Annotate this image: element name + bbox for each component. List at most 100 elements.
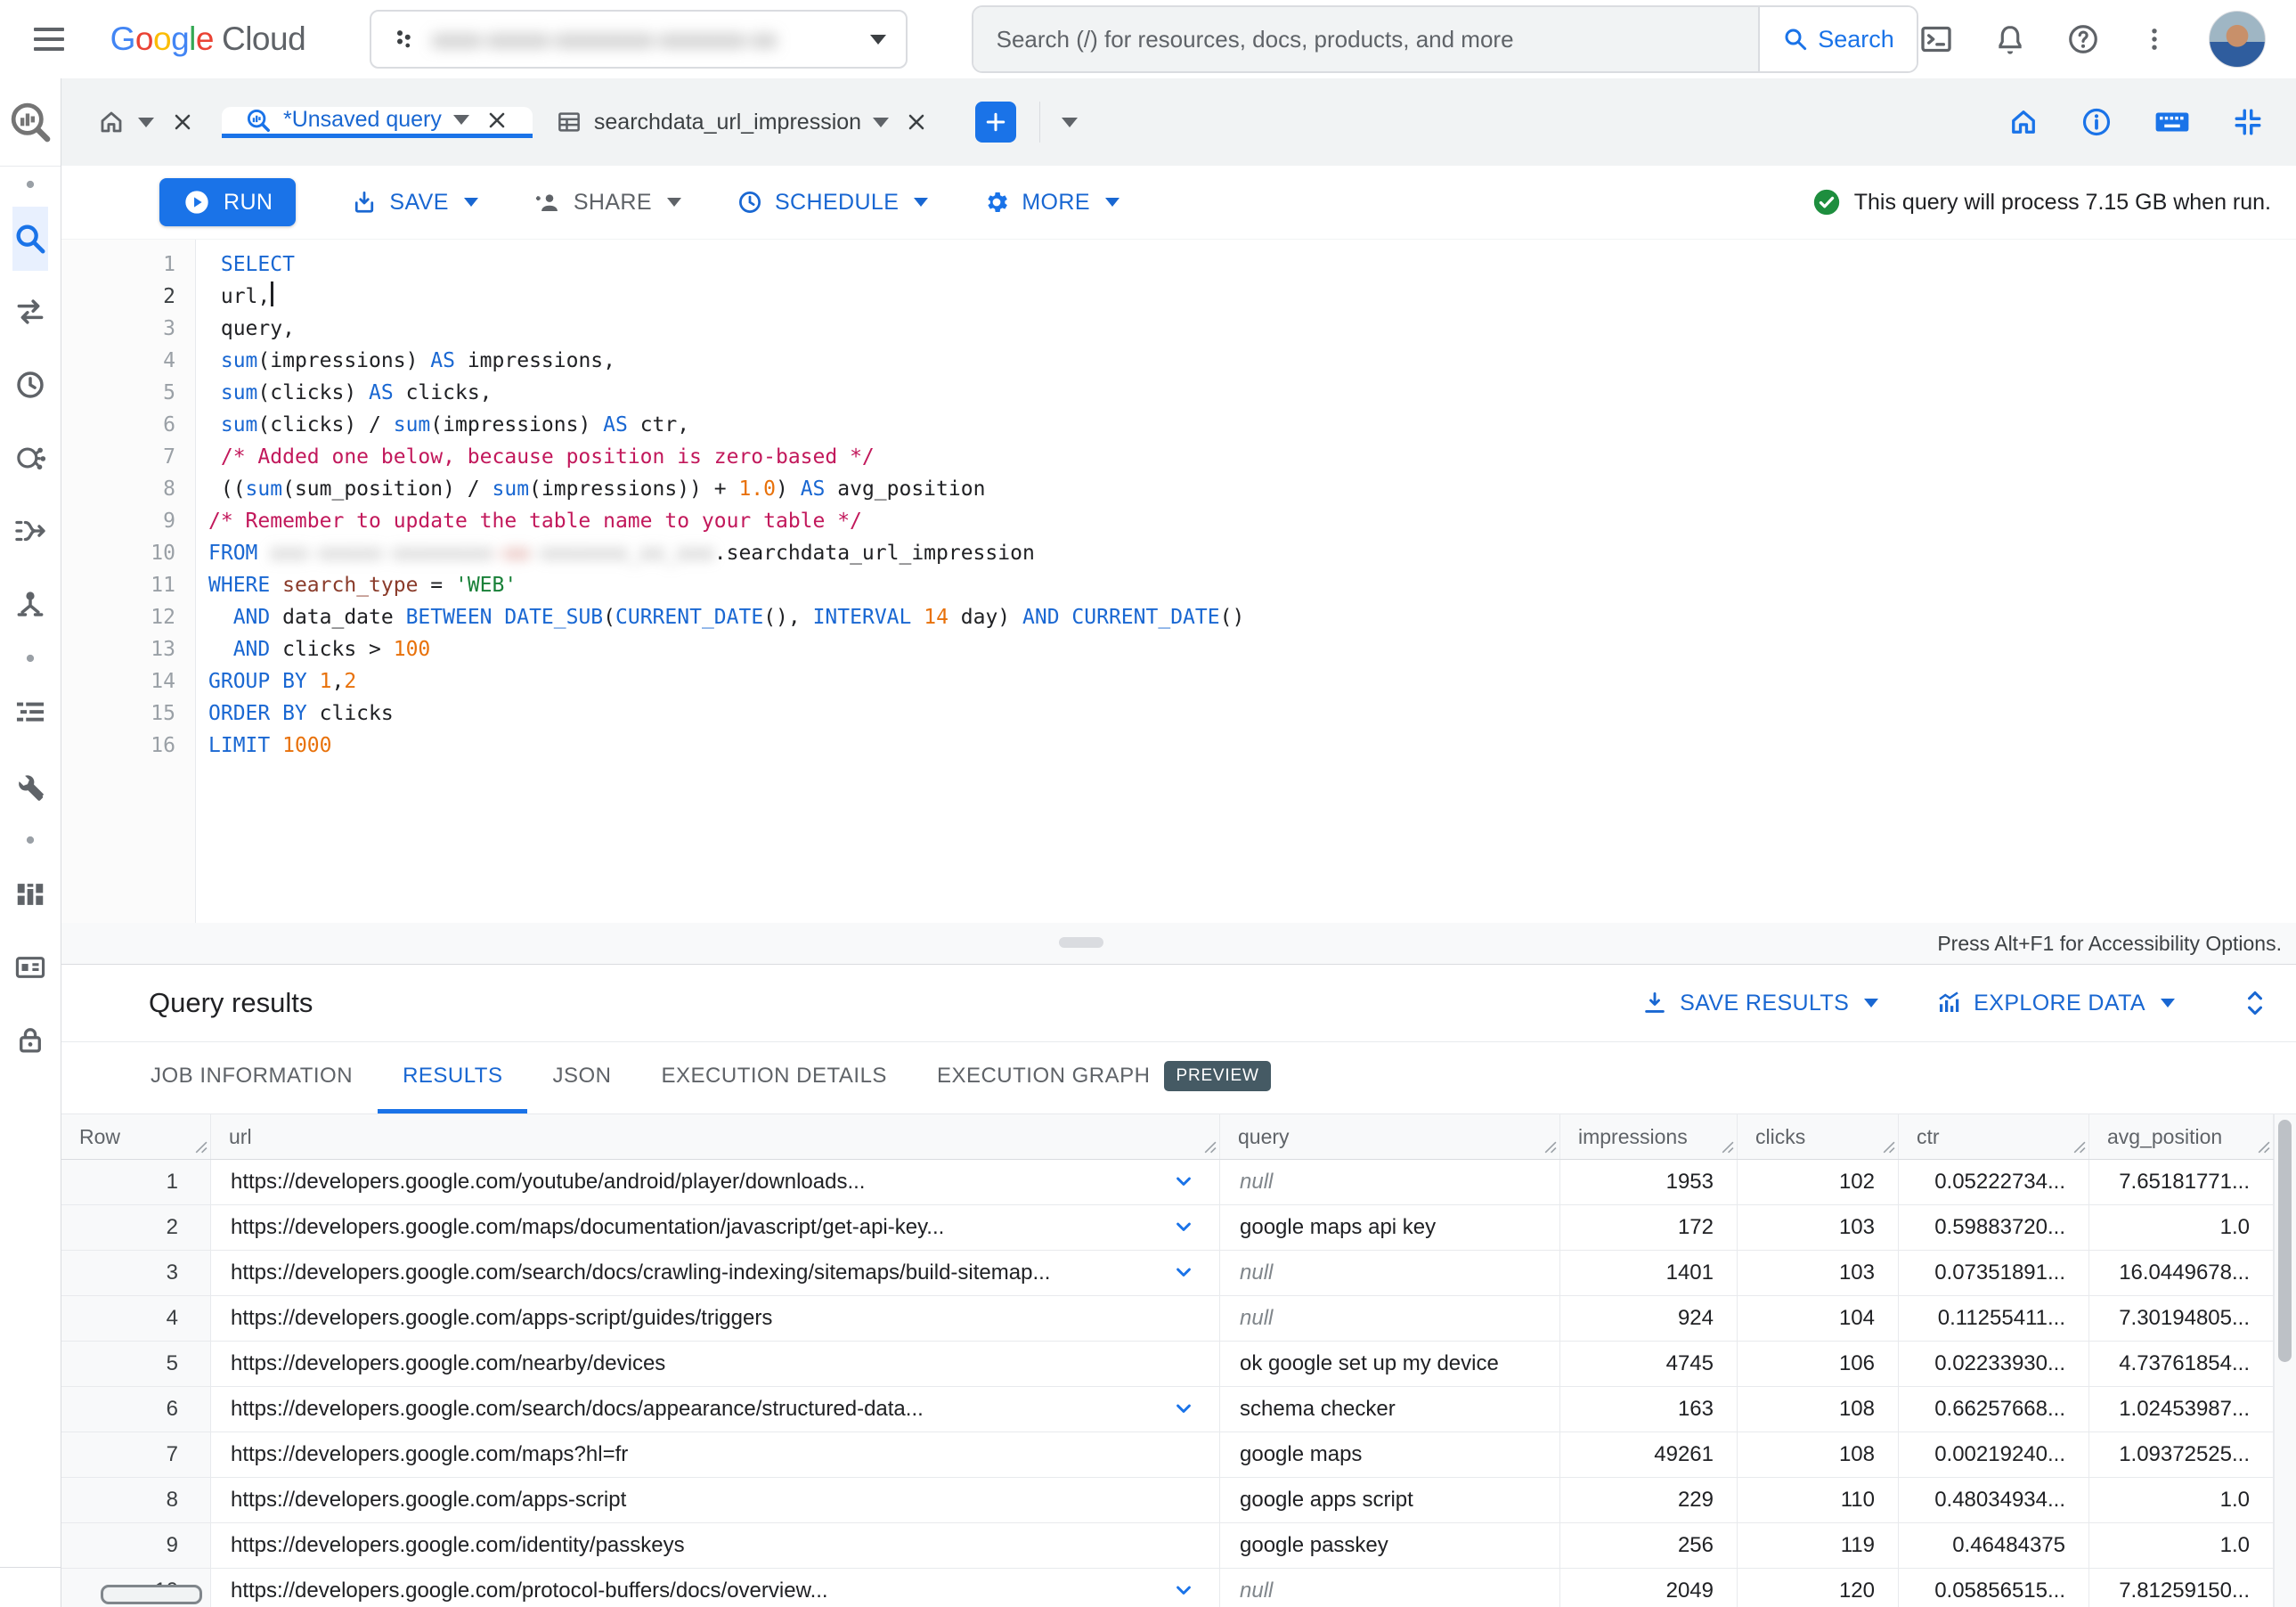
code-line-9[interactable]: /* Remember to update the table name to … <box>208 505 2296 537</box>
sidebar-item-bigquery-studio-search[interactable] <box>12 207 48 271</box>
sidebar-item-migration[interactable] <box>12 494 48 567</box>
column-header-impressions[interactable]: impressions <box>1560 1114 1738 1159</box>
code-line-16[interactable]: LIMIT 1000 <box>208 730 2296 762</box>
code-line-15[interactable]: ORDER BY clicks <box>208 697 2296 730</box>
panel-drag-handle[interactable] <box>1059 937 1103 948</box>
code-line-14[interactable]: GROUP BY 1,2 <box>208 665 2296 697</box>
notifications-bell-icon[interactable] <box>1993 22 2027 56</box>
expand-row-chevron-icon[interactable] <box>1171 1214 1196 1239</box>
collapse-icon[interactable] <box>2232 106 2264 138</box>
tab-searchdata-url-impression[interactable]: searchdata_url_impression <box>533 109 952 135</box>
code-line-6[interactable]: sum(clicks) / sum(impressions) AS ctr, <box>208 409 2296 441</box>
sql-editor[interactable]: 1 2 3 4 5 6 7 8 9 10 11 12 13 14 15 16 SELECT url, quer… <box>61 240 2296 923</box>
code-line-3[interactable]: query, <box>208 313 2296 345</box>
tab-overflow-chevron[interactable] <box>1062 117 1079 127</box>
close-icon[interactable] <box>484 108 509 133</box>
vertical-scrollbar[interactable] <box>2274 1114 2296 1607</box>
results-tab-execution-details[interactable]: EXECUTION DETAILS <box>637 1042 912 1113</box>
vertical-scrollbar-thumb[interactable] <box>2278 1120 2292 1362</box>
cell-avg_position: 7.65181771... <box>2089 1160 2274 1204</box>
more-button[interactable]: MORE <box>983 189 1120 216</box>
code-line-10[interactable]: FROM xxx-xxxxx-xxxxxxxx-xx-xxxxxxx_xx_xx… <box>208 537 2296 569</box>
search-button[interactable]: Search <box>1757 7 1917 71</box>
info-icon[interactable] <box>2080 106 2113 138</box>
search-input[interactable] <box>994 24 1737 54</box>
sidebar-item-administration[interactable] <box>12 749 48 822</box>
search-field[interactable] <box>973 7 1758 71</box>
search-button-label: Search <box>1818 25 1894 53</box>
sql-token: CURRENT_DATE <box>615 606 764 629</box>
cell-query: google maps <box>1220 1432 1560 1477</box>
google-logotype: Google <box>110 20 215 57</box>
code-line-2[interactable]: url, <box>208 281 2296 313</box>
run-button[interactable]: RUN <box>159 178 297 226</box>
expand-row-chevron-icon[interactable] <box>1171 1578 1196 1603</box>
results-tab-results[interactable]: RESULTS <box>378 1042 528 1113</box>
line-number-gutter: 1 2 3 4 5 6 7 8 9 10 11 12 13 14 15 16 <box>61 240 196 923</box>
sidebar-item-connections[interactable] <box>12 931 48 1004</box>
code-line-11[interactable]: WHERE search_type = 'WEB' <box>208 569 2296 601</box>
close-icon[interactable] <box>170 110 195 135</box>
avatar[interactable] <box>2209 11 2266 68</box>
cloud-shell-icon[interactable] <box>1918 21 1954 57</box>
sidebar-item-capacity-management[interactable] <box>12 676 48 749</box>
results-tab-execution-graph[interactable]: EXECUTION GRAPH PREVIEW <box>912 1042 1296 1113</box>
schedule-button[interactable]: SCHEDULE <box>737 189 929 216</box>
tab-unsaved-query[interactable]: *Unsaved query <box>222 106 533 138</box>
column-header-avg_position[interactable]: avg_position <box>2089 1114 2274 1159</box>
expand-row-chevron-icon[interactable] <box>1171 1260 1196 1285</box>
project-selector[interactable]: xxxx-xxxxx-xxxxxxxx-xxxxxxx-xx <box>370 10 908 69</box>
share-button[interactable]: SHARE <box>533 188 681 216</box>
column-header-ctr[interactable]: ctr <box>1899 1114 2089 1159</box>
results-tab-json[interactable]: JSON <box>527 1042 636 1113</box>
sidebar-item-bi-engine[interactable] <box>12 858 48 931</box>
cell-value: 0.48034934... <box>1934 1488 2065 1512</box>
chevron-down-icon[interactable] <box>873 117 890 127</box>
chevron-down-icon[interactable] <box>452 115 469 125</box>
sidebar-item-analytics-hub[interactable] <box>12 421 48 494</box>
column-header-row[interactable]: Row <box>61 1114 211 1159</box>
more-vert-icon[interactable] <box>2139 24 2170 54</box>
sidebar-item-dataform[interactable] <box>12 567 48 640</box>
explore-data-button[interactable]: EXPLORE DATA <box>1935 990 2175 1016</box>
sidebar-item-governance[interactable] <box>12 1004 48 1077</box>
help-icon[interactable] <box>2066 22 2100 56</box>
cell-clicks: 120 <box>1738 1569 1899 1607</box>
chevron-down-icon[interactable] <box>138 117 154 127</box>
close-icon[interactable] <box>904 110 929 135</box>
save-results-button[interactable]: SAVE RESULTS <box>1641 990 1879 1016</box>
code-line-4[interactable]: sum(impressions) AS impressions, <box>208 345 2296 377</box>
new-tab-button[interactable] <box>975 102 1017 143</box>
column-header-query[interactable]: query <box>1220 1114 1560 1159</box>
google-cloud-logo[interactable]: Google Cloud <box>110 20 306 58</box>
sidebar-item-data-transfers[interactable] <box>12 275 48 348</box>
editor-home-icon[interactable] <box>2007 106 2040 138</box>
bigquery-logo-icon[interactable] <box>0 78 61 167</box>
code-line-5[interactable]: sum(clicks) AS clicks, <box>208 377 2296 409</box>
code-line-7[interactable]: /* Added one below, because position is … <box>208 441 2296 473</box>
expand-collapse-panel-icon[interactable] <box>2241 987 2269 1019</box>
hamburger-menu-icon[interactable] <box>34 20 73 59</box>
code-line-13[interactable]: AND clicks > 100 <box>208 633 2296 665</box>
expand-row-chevron-icon[interactable] <box>1171 1169 1196 1194</box>
expand-row-chevron-icon[interactable] <box>1171 1396 1196 1421</box>
results-tab-job-information[interactable]: JOB INFORMATION <box>126 1042 378 1113</box>
horizontal-scrollbar-thumb[interactable] <box>101 1585 202 1604</box>
code-line-1[interactable]: SELECT <box>208 249 2296 281</box>
column-header-label: Row <box>79 1124 121 1148</box>
column-header-clicks[interactable]: clicks <box>1738 1114 1899 1159</box>
cell-value: 102 <box>1838 1170 1875 1194</box>
keyboard-shortcuts-icon[interactable] <box>2154 103 2191 141</box>
column-header-url[interactable]: url <box>211 1114 1220 1159</box>
code-line-8[interactable]: ((sum(sum_position) / sum(impressions)) … <box>208 473 2296 505</box>
sql-token: , <box>331 670 345 693</box>
process-note-text: This query will process 7.15 GB when run… <box>1853 189 2271 215</box>
home-tab[interactable] <box>97 108 195 136</box>
save-button[interactable]: SAVE <box>351 189 478 216</box>
cell-value: 1401 <box>1665 1260 1714 1285</box>
code-line-12[interactable]: AND data_date BETWEEN DATE_SUB(CURRENT_D… <box>208 601 2296 633</box>
code-lines[interactable]: SELECT url, query, sum(impressions) AS i… <box>196 240 2296 923</box>
results-tabs: JOB INFORMATION RESULTS JSON EXECUTION DETA… <box>61 1042 2296 1114</box>
sidebar-item-scheduled-queries[interactable] <box>12 348 48 421</box>
